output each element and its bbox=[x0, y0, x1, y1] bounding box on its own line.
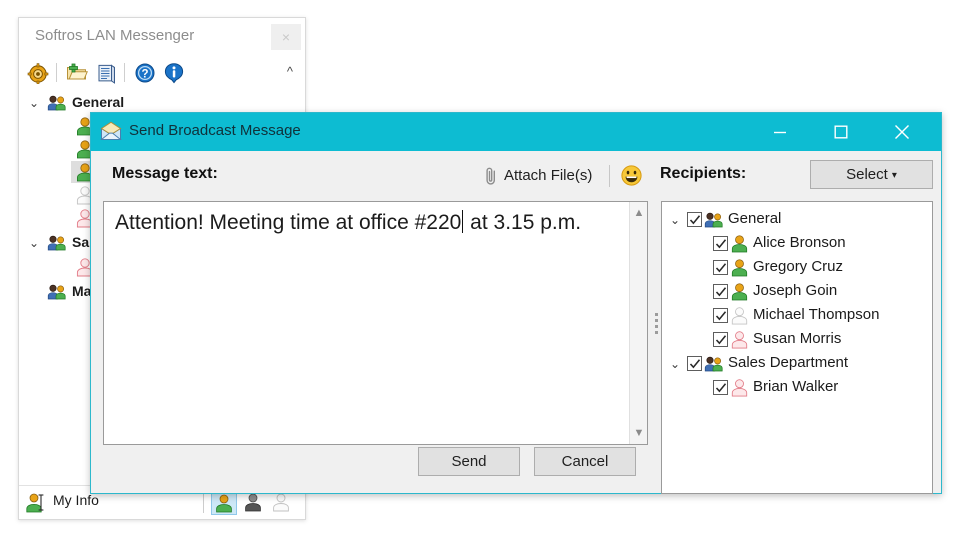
chevron-down-icon[interactable]: ⌄ bbox=[670, 213, 680, 227]
group-icon bbox=[47, 235, 67, 256]
select-button-label: Select bbox=[846, 166, 888, 183]
message-history-icon[interactable] bbox=[95, 62, 117, 84]
minimize-icon[interactable] bbox=[757, 113, 803, 151]
smiley-icon[interactable] bbox=[621, 165, 642, 186]
settings-gear-icon[interactable] bbox=[27, 62, 49, 85]
about-info-icon[interactable] bbox=[163, 62, 185, 84]
select-recipients-button[interactable]: Select ▾ bbox=[810, 160, 933, 189]
recipients-label: Recipients: bbox=[660, 165, 747, 182]
tree-group-label: Sa bbox=[72, 234, 90, 250]
recipient-label: Gregory Cruz bbox=[753, 258, 844, 275]
send-broadcast-message-dialog: Send Broadcast Message Message text: Att… bbox=[90, 112, 942, 494]
paperclip-icon bbox=[484, 166, 498, 192]
svg-text:?: ? bbox=[141, 69, 148, 81]
maximize-icon[interactable] bbox=[818, 113, 864, 151]
chevron-down-icon: ⌄ bbox=[29, 96, 40, 110]
group-icon bbox=[704, 356, 724, 377]
user-icon bbox=[730, 378, 749, 402]
recipient-row[interactable]: Michael Thompson bbox=[662, 304, 932, 328]
message-text-before-caret: Attention! Meeting time at office #220 bbox=[115, 211, 462, 234]
cancel-button[interactable]: Cancel bbox=[534, 447, 636, 476]
message-text-value: Attention! Meeting time at office #220 a… bbox=[115, 207, 623, 238]
scroll-down-icon[interactable]: ▼ bbox=[630, 424, 648, 442]
dialog-title: Send Broadcast Message bbox=[129, 122, 301, 139]
recipient-checkbox[interactable] bbox=[713, 308, 728, 323]
close-icon[interactable] bbox=[879, 113, 925, 151]
recipient-label: Susan Morris bbox=[753, 330, 842, 347]
attach-files-label: Attach File(s) bbox=[504, 167, 593, 184]
recipient-row-group[interactable]: ⌄ General bbox=[662, 208, 932, 232]
toolbar-separator-1 bbox=[56, 63, 57, 82]
recipient-checkbox[interactable] bbox=[713, 380, 728, 395]
recipient-checkbox[interactable] bbox=[713, 236, 728, 251]
group-icon bbox=[47, 95, 67, 116]
background-window-titlebar: Softros LAN Messenger × bbox=[19, 18, 305, 56]
background-window-close-button[interactable]: × bbox=[271, 24, 301, 50]
tree-group-label: Ma bbox=[72, 283, 92, 299]
user-icon bbox=[730, 282, 749, 306]
recipient-checkbox[interactable] bbox=[713, 284, 728, 299]
background-window-title: Softros LAN Messenger bbox=[35, 27, 195, 44]
recipient-label: Michael Thompson bbox=[753, 306, 880, 323]
group-icon bbox=[47, 284, 67, 305]
message-text-after-caret: at 3.15 p.m. bbox=[464, 211, 582, 234]
recipient-row[interactable]: Brian Walker bbox=[662, 376, 932, 400]
user-icon bbox=[730, 234, 749, 258]
help-icon[interactable]: ? bbox=[134, 62, 156, 84]
recipient-row[interactable]: Gregory Cruz bbox=[662, 256, 932, 280]
recipient-checkbox[interactable] bbox=[687, 212, 702, 227]
chevron-down-icon[interactable]: ⌄ bbox=[670, 357, 680, 371]
scroll-up-icon[interactable]: ▲ bbox=[630, 204, 648, 222]
recipient-row[interactable]: Joseph Goin bbox=[662, 280, 932, 304]
user-icon bbox=[730, 306, 749, 330]
my-info-user-icon bbox=[25, 492, 46, 518]
screen: Softros LAN Messenger × ? ^ ⌄ General ⌄ … bbox=[0, 0, 960, 539]
message-text-label: Message text: bbox=[112, 165, 218, 182]
recipient-label: Sales Department bbox=[728, 354, 849, 371]
user-icon bbox=[730, 330, 749, 354]
open-folder-icon[interactable] bbox=[66, 62, 88, 84]
tree-group-label: General bbox=[72, 94, 125, 110]
status-separator bbox=[203, 492, 204, 513]
tree-group-general[interactable]: ⌄ General bbox=[19, 92, 305, 114]
toolbar-separator-2 bbox=[124, 63, 125, 82]
background-window-toolbar: ? ^ bbox=[19, 56, 305, 90]
dialog-titlebar[interactable]: Send Broadcast Message bbox=[91, 113, 941, 151]
message-text-input[interactable]: Attention! Meeting time at office #220 a… bbox=[103, 201, 648, 445]
message-scrollbar[interactable]: ▲ ▼ bbox=[629, 202, 647, 444]
recipient-label: Alice Bronson bbox=[753, 234, 846, 251]
recipient-row[interactable]: Susan Morris bbox=[662, 328, 932, 352]
group-icon bbox=[704, 212, 724, 233]
header-separator bbox=[609, 165, 610, 187]
chevron-down-icon: ▾ bbox=[891, 170, 897, 181]
recipient-label: Brian Walker bbox=[753, 378, 839, 395]
recipient-label: Joseph Goin bbox=[753, 282, 838, 299]
recipient-checkbox[interactable] bbox=[713, 260, 728, 275]
recipient-row[interactable]: Alice Bronson bbox=[662, 232, 932, 256]
recipient-checkbox[interactable] bbox=[713, 332, 728, 347]
chevron-down-icon: ⌄ bbox=[29, 236, 40, 250]
my-info-label[interactable]: My Info bbox=[53, 492, 99, 508]
user-icon bbox=[730, 258, 749, 282]
collapse-toolbar-chevron-up-icon[interactable]: ^ bbox=[287, 64, 293, 79]
envelope-icon bbox=[100, 121, 122, 141]
recipients-list[interactable]: ⌄ General Alice Bronson Gregory Cruz Jos… bbox=[661, 201, 933, 494]
recipient-checkbox[interactable] bbox=[687, 356, 702, 371]
recipient-label: General bbox=[728, 210, 782, 227]
recipient-row-group[interactable]: ⌄ Sales Department bbox=[662, 352, 932, 376]
send-button[interactable]: Send bbox=[418, 447, 520, 476]
